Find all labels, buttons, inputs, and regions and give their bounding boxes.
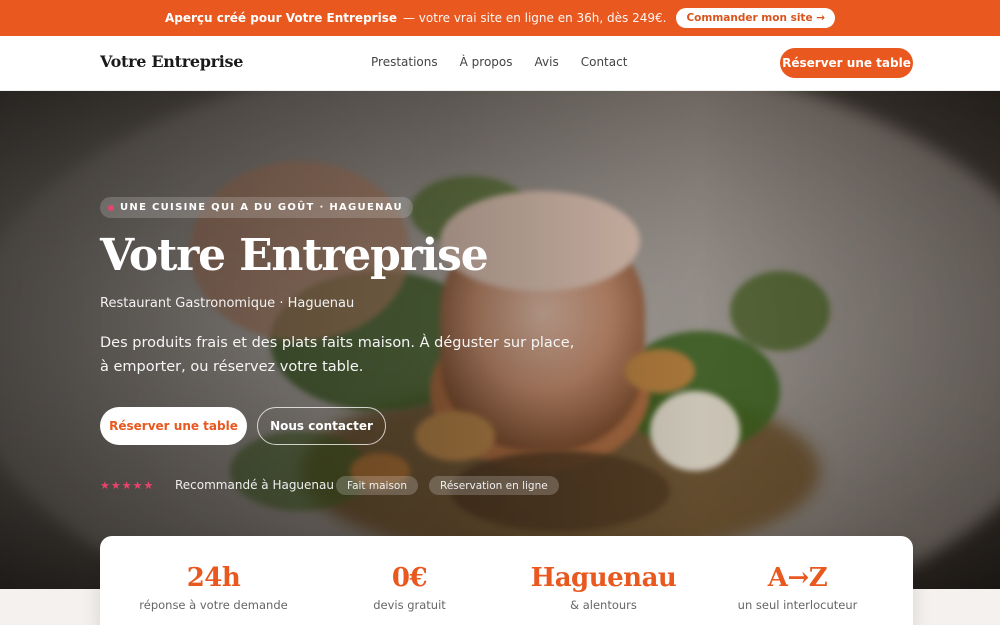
order-site-button[interactable]: Commander mon site → bbox=[676, 8, 836, 28]
site-header: Votre Entreprise Prestations À propos Av… bbox=[0, 36, 1000, 91]
contact-button[interactable]: Nous contacter bbox=[257, 407, 386, 445]
promo-lead: Aperçu créé pour Votre Entreprise bbox=[164, 11, 397, 25]
stat-item: 0€ devis gratuit bbox=[308, 536, 511, 612]
stat-label: devis gratuit bbox=[373, 598, 446, 612]
tag-dot-icon bbox=[108, 204, 114, 211]
stat-item: A→Z un seul interlocuteur bbox=[696, 536, 899, 612]
hero-title: Votre Entreprise bbox=[100, 230, 489, 281]
promo-banner: Aperçu créé pour Votre Entreprise — votr… bbox=[0, 0, 1000, 36]
stat-value: Haguenau bbox=[530, 563, 677, 593]
promo-text: — votre vrai site en ligne en 36h, dès 2… bbox=[402, 11, 667, 25]
stat-item: 24h réponse à votre demande bbox=[112, 536, 315, 612]
hero-tag-text: UNE CUISINE QUI A DU GOÛT · HAGUENAU bbox=[120, 202, 403, 213]
stat-item: Haguenau & alentours bbox=[502, 536, 705, 612]
stats-card: 24h réponse à votre demande 0€ devis gra… bbox=[100, 536, 913, 625]
hero-subtitle: Restaurant Gastronomique · Haguenau bbox=[100, 296, 355, 311]
nav-avis[interactable]: Avis bbox=[535, 55, 559, 69]
rating-stars-icon: ★★★★★ bbox=[100, 479, 155, 492]
recommendation-text: Recommandé à Haguenau bbox=[175, 478, 334, 492]
chip-fait-maison: Fait maison bbox=[336, 476, 419, 495]
stat-value: 0€ bbox=[391, 563, 428, 593]
stat-label: réponse à votre demande bbox=[139, 598, 288, 612]
hero-description: Des produits frais et des plats faits ma… bbox=[100, 335, 575, 375]
stat-label: un seul interlocuteur bbox=[737, 598, 858, 612]
header-reserve-button[interactable]: Réserver une table bbox=[780, 48, 913, 78]
brand-logo[interactable]: Votre Entreprise bbox=[100, 52, 243, 71]
nav-a-propos[interactable]: À propos bbox=[460, 55, 513, 69]
stat-value: 24h bbox=[186, 563, 241, 593]
nav-contact[interactable]: Contact bbox=[581, 55, 628, 69]
stat-value: A→Z bbox=[767, 563, 828, 593]
main-nav: Prestations À propos Avis Contact bbox=[371, 55, 627, 69]
reserve-table-button[interactable]: Réserver une table bbox=[100, 407, 247, 445]
hero-tag: UNE CUISINE QUI A DU GOÛT · HAGUENAU bbox=[100, 197, 413, 218]
nav-prestations[interactable]: Prestations bbox=[371, 55, 438, 69]
chip-reservation: Réservation en ligne bbox=[429, 476, 559, 495]
stat-label: & alentours bbox=[570, 598, 637, 612]
